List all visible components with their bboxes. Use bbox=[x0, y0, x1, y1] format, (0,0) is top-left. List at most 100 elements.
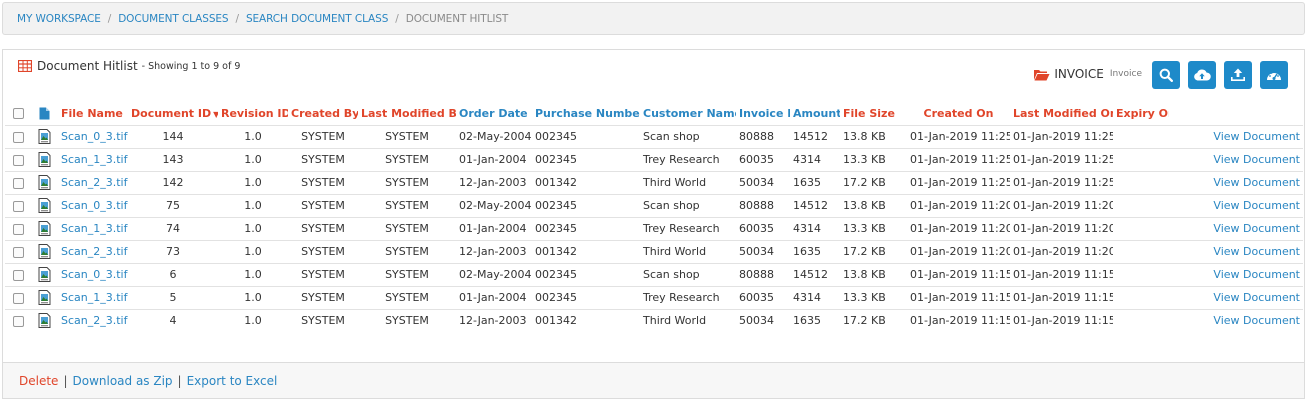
table-row[interactable]: Scan_1_3.tif 143 1.0 SYSTEM SYSTEM 01-Jan-200… bbox=[5, 147, 1303, 171]
upload-button[interactable] bbox=[1224, 61, 1252, 89]
row-checkbox[interactable] bbox=[12, 177, 24, 189]
cell-last-modified-on: 01-Jan-2019 11:20 bbox=[1013, 222, 1113, 235]
header-invoice-number[interactable]: Invoice Number bbox=[736, 102, 790, 125]
cell-last-modified-on: 01-Jan-2019 11:25 bbox=[1013, 176, 1113, 189]
cell-file: Scan_2_3.tif bbox=[58, 308, 128, 332]
cell-invoice-number: 80888 bbox=[739, 199, 774, 212]
header-expiry-on[interactable]: Expiry On bbox=[1113, 102, 1169, 125]
row-checkbox-cell bbox=[5, 239, 31, 263]
cell-created-by: SYSTEM bbox=[301, 222, 345, 235]
document-hitlist-table: File Name Document ID ▼ Revision ID Creat… bbox=[5, 102, 1303, 332]
view-document-link[interactable]: View Document bbox=[1213, 291, 1300, 304]
row-checkbox[interactable] bbox=[12, 131, 24, 143]
file-type-header bbox=[31, 102, 58, 125]
cell-order_date: 12-Jan-2003 bbox=[456, 239, 532, 263]
file-name-link[interactable]: Scan_1_3.tif bbox=[61, 291, 127, 304]
view-document-link[interactable]: View Document bbox=[1213, 245, 1300, 258]
cell-size: 13.8 KB bbox=[840, 193, 907, 217]
breadcrumb-my-workspace[interactable]: MY WORKSPACE bbox=[17, 13, 101, 25]
cloud-upload-button[interactable] bbox=[1188, 61, 1216, 89]
view-document-link[interactable]: View Document bbox=[1213, 222, 1300, 235]
cell-doc_id: 4 bbox=[128, 308, 218, 332]
cell-modified_by: SYSTEM bbox=[358, 285, 456, 309]
download-zip-link[interactable]: Download as Zip bbox=[72, 374, 172, 388]
row-checkbox[interactable] bbox=[12, 223, 24, 235]
cell-invoice-number: 50034 bbox=[739, 245, 774, 258]
file-name-link[interactable]: Scan_0_3.tif bbox=[61, 199, 127, 212]
row-file-type-cell bbox=[31, 239, 58, 263]
cell-document-id: 74 bbox=[166, 222, 180, 235]
row-checkbox[interactable] bbox=[12, 154, 24, 166]
row-checkbox[interactable] bbox=[12, 269, 24, 281]
header-created-by[interactable]: Created By bbox=[288, 102, 358, 125]
file-name-link[interactable]: Scan_2_3.tif bbox=[61, 176, 127, 189]
export-excel-link[interactable]: Export to Excel bbox=[187, 374, 278, 388]
select-all-checkbox[interactable] bbox=[12, 108, 24, 120]
select-all-checkbox-cell bbox=[5, 102, 31, 125]
header-purchase-number[interactable]: Purchase Number bbox=[532, 102, 640, 125]
header-document-id[interactable]: Document ID ▼ bbox=[128, 102, 218, 125]
view-document-link[interactable]: View Document bbox=[1213, 176, 1300, 189]
view-document-link[interactable]: View Document bbox=[1213, 314, 1300, 327]
view-document-link[interactable]: View Document bbox=[1213, 130, 1300, 143]
cell-customer-name: Scan shop bbox=[643, 130, 700, 143]
file-name-link[interactable]: Scan_1_3.tif bbox=[61, 153, 127, 166]
cell-invoice: 60035 bbox=[736, 216, 790, 240]
table-row[interactable]: Scan_0_3.tif 75 1.0 SYSTEM SYSTEM 02-May-2004… bbox=[5, 193, 1303, 217]
cell-file: Scan_1_3.tif bbox=[58, 216, 128, 240]
document-file-icon bbox=[38, 198, 51, 213]
breadcrumb-document-classes[interactable]: DOCUMENT CLASSES bbox=[118, 13, 228, 25]
cell-last-modified-by: SYSTEM bbox=[385, 153, 429, 166]
table-row[interactable]: Scan_2_3.tif 73 1.0 SYSTEM SYSTEM 12-Jan-2003… bbox=[5, 239, 1303, 263]
header-created-on[interactable]: Created On bbox=[907, 102, 1010, 125]
cell-invoice-number: 50034 bbox=[739, 314, 774, 328]
breadcrumb-document-hitlist: DOCUMENT HITLIST bbox=[405, 12, 509, 25]
table-row[interactable]: Scan_2_3.tif 4 1.0 SYSTEM SYSTEM 12-Jan-2003 0… bbox=[5, 308, 1303, 332]
cell-last-modified-on: 01-Jan-2019 11:15 bbox=[1013, 291, 1113, 304]
cell-amount: 14512 bbox=[793, 199, 828, 212]
row-checkbox[interactable] bbox=[12, 315, 24, 327]
file-name-link[interactable]: Scan_1_3.tif bbox=[61, 222, 127, 235]
cell-created-on: 01-Jan-2019 11:25 bbox=[910, 130, 1010, 143]
cell-invoice: 60035 bbox=[736, 147, 790, 171]
cell-created-by: SYSTEM bbox=[301, 176, 345, 189]
cell-revision-id: 1.0 bbox=[244, 176, 262, 189]
cell-rev: 1.0 bbox=[218, 262, 288, 286]
table-row[interactable]: Scan_0_3.tif 144 1.0 SYSTEM SYSTEM 02-May-200… bbox=[5, 124, 1303, 148]
cell-amount: 1635 bbox=[793, 176, 821, 189]
cell-action: View Document bbox=[1169, 124, 1303, 148]
cell-file-size: 13.8 KB bbox=[843, 268, 886, 281]
table-row[interactable]: Scan_0_3.tif 6 1.0 SYSTEM SYSTEM 02-May-2004 0… bbox=[5, 262, 1303, 286]
table-row[interactable]: Scan_1_3.tif 74 1.0 SYSTEM SYSTEM 01-Jan-2004… bbox=[5, 216, 1303, 240]
header-customer-name[interactable]: Customer Name bbox=[640, 102, 736, 125]
header-revision-id[interactable]: Revision ID bbox=[218, 102, 288, 125]
file-name-link[interactable]: Scan_2_3.tif bbox=[61, 245, 127, 258]
row-checkbox[interactable] bbox=[12, 246, 24, 258]
file-name-link[interactable]: Scan_0_3.tif bbox=[61, 130, 127, 143]
view-document-link[interactable]: View Document bbox=[1213, 268, 1300, 281]
header-file-size[interactable]: File Size bbox=[840, 102, 907, 125]
cell-expiry bbox=[1113, 170, 1169, 194]
cell-modified_by: SYSTEM bbox=[358, 193, 456, 217]
row-checkbox[interactable] bbox=[12, 200, 24, 212]
breadcrumb-search-document-class[interactable]: SEARCH DOCUMENT CLASS bbox=[246, 13, 388, 25]
delete-link[interactable]: Delete bbox=[19, 374, 58, 388]
search-button[interactable] bbox=[1152, 61, 1180, 89]
cell-created-on: 01-Jan-2019 11:15 bbox=[910, 268, 1010, 281]
table-row[interactable]: Scan_1_3.tif 5 1.0 SYSTEM SYSTEM 01-Jan-2004 0… bbox=[5, 285, 1303, 309]
file-name-link[interactable]: Scan_2_3.tif bbox=[61, 314, 127, 327]
header-last-modified-on[interactable]: Last Modified On bbox=[1010, 102, 1113, 125]
cell-order_date: 01-Jan-2004 bbox=[456, 216, 532, 240]
header-order-date[interactable]: Order Date bbox=[456, 102, 532, 125]
view-document-link[interactable]: View Document bbox=[1213, 199, 1300, 212]
cell-modified_by: SYSTEM bbox=[358, 239, 456, 263]
view-document-link[interactable]: View Document bbox=[1213, 153, 1300, 166]
dashboard-button[interactable] bbox=[1260, 61, 1288, 89]
header-amount[interactable]: Amount bbox=[790, 102, 840, 125]
table-row[interactable]: Scan_2_3.tif 142 1.0 SYSTEM SYSTEM 12-Jan-200… bbox=[5, 170, 1303, 194]
header-last-modified-by[interactable]: Last Modified By bbox=[358, 102, 456, 125]
file-name-link[interactable]: Scan_0_3.tif bbox=[61, 268, 127, 281]
row-checkbox[interactable] bbox=[12, 292, 24, 304]
header-file-name[interactable]: File Name bbox=[58, 102, 128, 125]
document-file-icon bbox=[38, 267, 51, 282]
